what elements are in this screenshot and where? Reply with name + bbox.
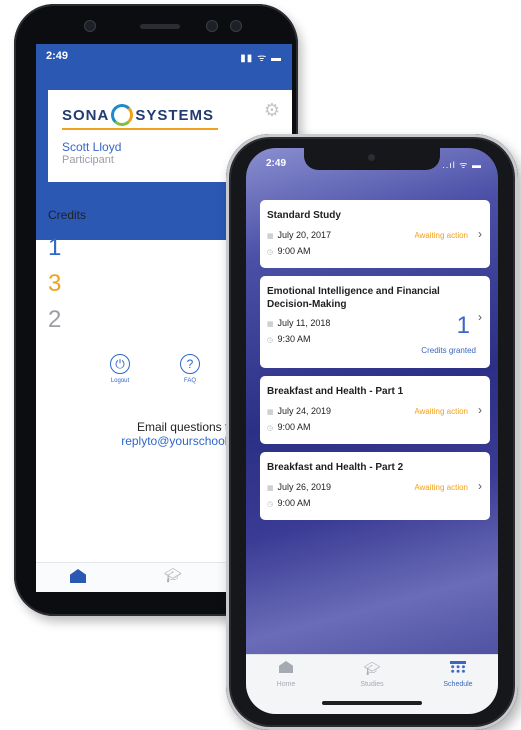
credit-count: 1 bbox=[48, 234, 62, 261]
sona-systems-logo: SONA SYSTEMS bbox=[62, 102, 214, 128]
study-date-text: July 20, 2017 bbox=[277, 230, 332, 240]
study-title: Breakfast and Health - Part 1 bbox=[267, 386, 404, 397]
status-badge: Awaiting action bbox=[414, 231, 468, 240]
status-badge: Awaiting action bbox=[414, 483, 468, 492]
study-date: ▦ July 24, 2019 bbox=[267, 406, 331, 416]
iphone-screen: 2:49 ..ıl ᯤ ▬ Standard Study ▦ July 20, … bbox=[246, 148, 498, 714]
home-icon[interactable] bbox=[70, 569, 86, 583]
clock-icon: ◷ bbox=[267, 425, 274, 432]
chevron-right-icon: › bbox=[478, 403, 482, 417]
user-role: Participant bbox=[62, 154, 114, 166]
status-badge: Awaiting action bbox=[414, 407, 468, 416]
graduation-cap-icon[interactable]: 🎓︎ bbox=[164, 567, 182, 584]
iphone-tab-bar: Home 🎓︎ Studies Schedule bbox=[246, 654, 498, 714]
logo-underline bbox=[62, 128, 218, 130]
faq-button[interactable]: ? FAQ bbox=[170, 354, 210, 384]
status-icons: ..ıl ᯤ ▬ bbox=[442, 160, 482, 170]
study-time-text: 9:30 AM bbox=[277, 334, 311, 344]
study-time: ◷ 9:30 AM bbox=[267, 334, 311, 344]
study-date-text: July 26, 2019 bbox=[277, 482, 332, 492]
logout-label: Logout bbox=[110, 378, 130, 384]
home-indicator[interactable] bbox=[322, 701, 422, 705]
earpiece bbox=[140, 24, 180, 29]
study-time-text: 9:00 AM bbox=[277, 246, 311, 256]
status-badge: Credits granted bbox=[421, 346, 476, 355]
tab-label: Home bbox=[276, 681, 296, 688]
study-date: ▦ July 20, 2017 bbox=[267, 230, 331, 240]
graduation-cap-icon: 🎓︎ bbox=[363, 661, 381, 676]
tab-schedule[interactable]: Schedule bbox=[428, 661, 488, 688]
credit-count: 2 bbox=[48, 306, 62, 333]
sensor-icon bbox=[230, 20, 242, 32]
faq-label: FAQ bbox=[183, 378, 196, 384]
study-time: ◷ 9:00 AM bbox=[267, 498, 311, 508]
calendar-icon: ▦ bbox=[267, 485, 274, 492]
status-time: 2:49 bbox=[46, 50, 69, 62]
clock-icon: ◷ bbox=[267, 337, 274, 344]
chevron-right-icon: › bbox=[478, 479, 482, 493]
chevron-right-icon: › bbox=[478, 227, 482, 241]
clock-icon: ◷ bbox=[267, 249, 274, 256]
logo-text-right: SYSTEMS bbox=[135, 106, 215, 124]
study-title: Emotional Intelligence and Financial Dec… bbox=[267, 286, 440, 310]
calendar-icon: ▦ bbox=[267, 409, 274, 416]
study-time-text: 9:00 AM bbox=[277, 498, 311, 508]
calendar-icon: ▦ bbox=[267, 321, 274, 328]
sona-ring-icon bbox=[111, 104, 134, 126]
tab-home[interactable]: Home bbox=[256, 661, 316, 688]
question-icon: ? bbox=[180, 354, 200, 374]
study-date: ▦ July 26, 2019 bbox=[267, 482, 331, 492]
power-icon: ⏻ bbox=[110, 354, 130, 374]
logo-text-left: SONA bbox=[62, 106, 110, 124]
status-time: 2:49 bbox=[266, 158, 287, 169]
camera-icon bbox=[84, 20, 96, 32]
study-card[interactable]: Breakfast and Health - Part 2 ▦ July 26,… bbox=[260, 452, 490, 520]
chevron-right-icon: › bbox=[478, 310, 482, 324]
study-date: ▦ July 11, 2018 bbox=[267, 318, 330, 328]
study-card[interactable]: Standard Study ▦ July 20, 2017 ◷ 9:00 AM… bbox=[260, 200, 490, 268]
study-card[interactable]: Breakfast and Health - Part 1 ▦ July 24,… bbox=[260, 376, 490, 444]
study-date-text: July 11, 2018 bbox=[277, 318, 331, 328]
study-time-text: 9:00 AM bbox=[277, 422, 311, 432]
front-camera bbox=[368, 154, 375, 161]
calendar-icon: ▦ bbox=[267, 233, 274, 240]
study-card[interactable]: Emotional Intelligence and Financial Dec… bbox=[260, 276, 490, 368]
status-bar: 2:49 ▮▮ ᯤ ▬ bbox=[36, 44, 292, 84]
user-name: Scott Lloyd bbox=[62, 140, 122, 154]
study-title: Standard Study bbox=[267, 210, 341, 221]
tab-label: Schedule bbox=[443, 681, 473, 688]
camera-icon bbox=[206, 20, 218, 32]
home-icon bbox=[256, 661, 316, 677]
clock-icon: ◷ bbox=[267, 501, 274, 508]
credit-count: 3 bbox=[48, 270, 62, 297]
gear-icon[interactable]: ⚙ bbox=[262, 100, 282, 120]
study-time: ◷ 9:00 AM bbox=[267, 246, 311, 256]
credits-granted-count: 1 bbox=[456, 312, 470, 339]
status-icons: ▮▮ ᯤ ▬ bbox=[240, 53, 282, 64]
study-date-text: July 24, 2019 bbox=[277, 406, 332, 416]
study-title: Breakfast and Health - Part 2 bbox=[267, 462, 404, 473]
logout-button[interactable]: ⏻ Logout bbox=[100, 354, 140, 384]
iphone: 2:49 ..ıl ᯤ ▬ Standard Study ▦ July 20, … bbox=[226, 134, 518, 730]
credits-heading: Credits bbox=[48, 208, 87, 222]
tab-studies[interactable]: 🎓︎ Studies bbox=[342, 661, 402, 688]
study-time: ◷ 9:00 AM bbox=[267, 422, 311, 432]
calendar-grid-icon bbox=[428, 661, 488, 677]
tab-label: Studies bbox=[360, 681, 384, 688]
notch bbox=[304, 148, 440, 170]
